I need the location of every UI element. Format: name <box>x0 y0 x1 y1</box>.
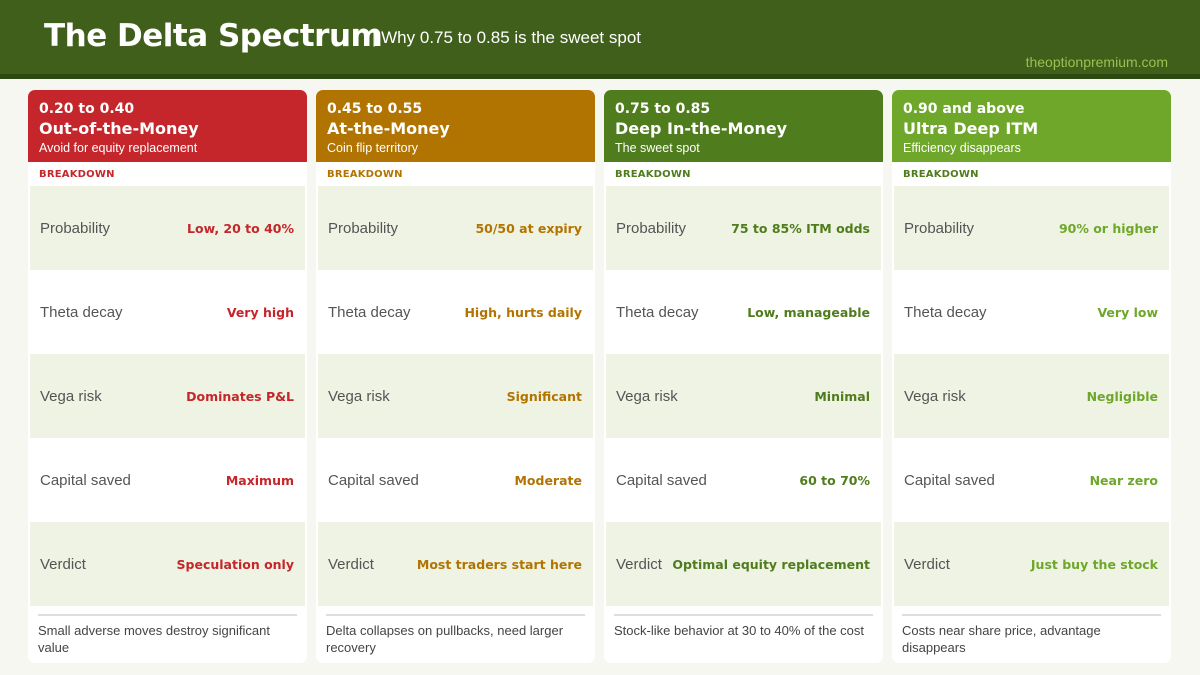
breakdown-label: BREAKDOWN <box>327 169 403 180</box>
card-tagline: Avoid for equity replacement <box>39 141 198 155</box>
row-label: Probability <box>328 219 399 237</box>
row-theta-decay: Theta decay Low, manageable <box>606 270 881 354</box>
row-label: Capital saved <box>40 471 131 489</box>
row-label: Theta decay <box>904 303 987 321</box>
page-title: The Delta Spectrum <box>44 18 383 54</box>
breakdown-label: BREAKDOWN <box>615 169 691 180</box>
card-at-the-money: 0.45 to 0.55 At-the-Money Coin flip terr… <box>316 90 595 663</box>
row-label: Verdict <box>328 555 374 573</box>
header-divider <box>0 74 1200 79</box>
row-value: Minimal <box>814 388 870 404</box>
row-value: Most traders start here <box>416 556 582 572</box>
row-probability: Probability 75 to 85% ITM odds <box>606 186 881 270</box>
row-label: Verdict <box>40 555 86 573</box>
card-note: Stock-like behavior at 30 to 40% of the … <box>614 623 865 638</box>
row-value: Moderate <box>514 472 582 488</box>
row-label: Verdict <box>616 555 662 573</box>
row-vega-risk: Vega risk Significant <box>318 354 593 438</box>
card-header: 0.45 to 0.55 At-the-Money Coin flip terr… <box>316 90 595 162</box>
row-label: Vega risk <box>328 387 390 405</box>
row-value: Very low <box>1097 304 1158 320</box>
row-label: Vega risk <box>616 387 678 405</box>
card-title: At-the-Money <box>327 119 450 138</box>
row-label: Probability <box>616 219 687 237</box>
breakdown-rows: Probability Low, 20 to 40% Theta decay V… <box>28 186 307 606</box>
row-capital-saved: Capital saved Moderate <box>318 438 593 522</box>
row-capital-saved: Capital saved 60 to 70% <box>606 438 881 522</box>
row-vega-risk: Vega risk Negligible <box>894 354 1169 438</box>
card-out-of-the-money: 0.20 to 0.40 Out-of-the-Money Avoid for … <box>28 90 307 663</box>
card-note: Small adverse moves destroy significant … <box>38 623 270 655</box>
row-value: 60 to 70% <box>799 472 870 488</box>
card-title: Deep In-the-Money <box>615 119 788 138</box>
card-tagline: The sweet spot <box>615 141 700 155</box>
row-label: Verdict <box>904 555 950 573</box>
row-vega-risk: Vega risk Dominates P&L <box>30 354 305 438</box>
card-header: 0.20 to 0.40 Out-of-the-Money Avoid for … <box>28 90 307 162</box>
row-label: Capital saved <box>328 471 419 489</box>
delta-range: 0.90 and above <box>903 101 1025 117</box>
row-label: Probability <box>904 219 975 237</box>
delta-range: 0.75 to 0.85 <box>615 101 711 117</box>
row-label: Theta decay <box>40 303 123 321</box>
row-value: High, hurts daily <box>464 304 582 320</box>
row-probability: Probability 90% or higher <box>894 186 1169 270</box>
row-theta-decay: Theta decay Very high <box>30 270 305 354</box>
card-tagline: Coin flip territory <box>327 141 418 155</box>
row-value: Optimal equity replacement <box>672 556 870 572</box>
card-header: 0.75 to 0.85 Deep In-the-Money The sweet… <box>604 90 883 162</box>
breakdown-label: BREAKDOWN <box>903 169 979 180</box>
row-vega-risk: Vega risk Minimal <box>606 354 881 438</box>
header-bar: The Delta Spectrum | Why 0.75 to 0.85 is… <box>0 0 1200 76</box>
row-value: 50/50 at expiry <box>475 220 582 236</box>
card-deep-in-the-money: 0.75 to 0.85 Deep In-the-Money The sweet… <box>604 90 883 663</box>
row-value: Low, 20 to 40% <box>187 220 294 236</box>
breakdown-rows: Probability 75 to 85% ITM odds Theta dec… <box>604 186 883 606</box>
row-value: 90% or higher <box>1058 220 1158 236</box>
row-value: Maximum <box>225 472 294 488</box>
row-label: Theta decay <box>328 303 411 321</box>
row-label: Theta decay <box>616 303 699 321</box>
card-header: 0.90 and above Ultra Deep ITM Efficiency… <box>892 90 1171 162</box>
row-label: Probability <box>40 219 111 237</box>
breakdown-rows: Probability 50/50 at expiry Theta decay … <box>316 186 595 606</box>
page-subtitle: | Why 0.75 to 0.85 is the sweet spot <box>372 28 642 47</box>
row-value: Just buy the stock <box>1030 556 1158 572</box>
site-url: theoptionpremium.com <box>1025 54 1168 70</box>
row-value: Dominates P&L <box>186 388 294 404</box>
card-tagline: Efficiency disappears <box>903 141 1021 155</box>
row-verdict: Verdict Speculation only <box>30 522 305 606</box>
row-label: Vega risk <box>904 387 966 405</box>
row-value: Negligible <box>1086 388 1158 404</box>
delta-range: 0.20 to 0.40 <box>39 101 135 117</box>
row-verdict: Verdict Most traders start here <box>318 522 593 606</box>
row-capital-saved: Capital saved Maximum <box>30 438 305 522</box>
row-label: Vega risk <box>40 387 102 405</box>
row-theta-decay: Theta decay Very low <box>894 270 1169 354</box>
breakdown-label: BREAKDOWN <box>39 169 115 180</box>
row-value: 75 to 85% ITM odds <box>731 220 870 236</box>
breakdown-rows: Probability 90% or higher Theta decay Ve… <box>892 186 1171 606</box>
row-verdict: Verdict Just buy the stock <box>894 522 1169 606</box>
card-note: Costs near share price, advantage disapp… <box>902 623 1101 655</box>
card-title: Ultra Deep ITM <box>903 119 1039 138</box>
row-value: Very high <box>226 304 294 320</box>
row-theta-decay: Theta decay High, hurts daily <box>318 270 593 354</box>
row-probability: Probability 50/50 at expiry <box>318 186 593 270</box>
row-probability: Probability Low, 20 to 40% <box>30 186 305 270</box>
card-ultra-deep-itm: 0.90 and above Ultra Deep ITM Efficiency… <box>892 90 1171 663</box>
row-capital-saved: Capital saved Near zero <box>894 438 1169 522</box>
card-title: Out-of-the-Money <box>39 119 199 138</box>
delta-range: 0.45 to 0.55 <box>327 101 423 117</box>
row-verdict: Verdict Optimal equity replacement <box>606 522 881 606</box>
row-label: Capital saved <box>616 471 707 489</box>
row-value: Significant <box>506 388 582 404</box>
row-value: Near zero <box>1089 472 1158 488</box>
card-note: Delta collapses on pullbacks, need large… <box>326 623 564 655</box>
row-label: Capital saved <box>904 471 995 489</box>
row-value: Speculation only <box>176 556 294 572</box>
row-value: Low, manageable <box>747 304 870 320</box>
